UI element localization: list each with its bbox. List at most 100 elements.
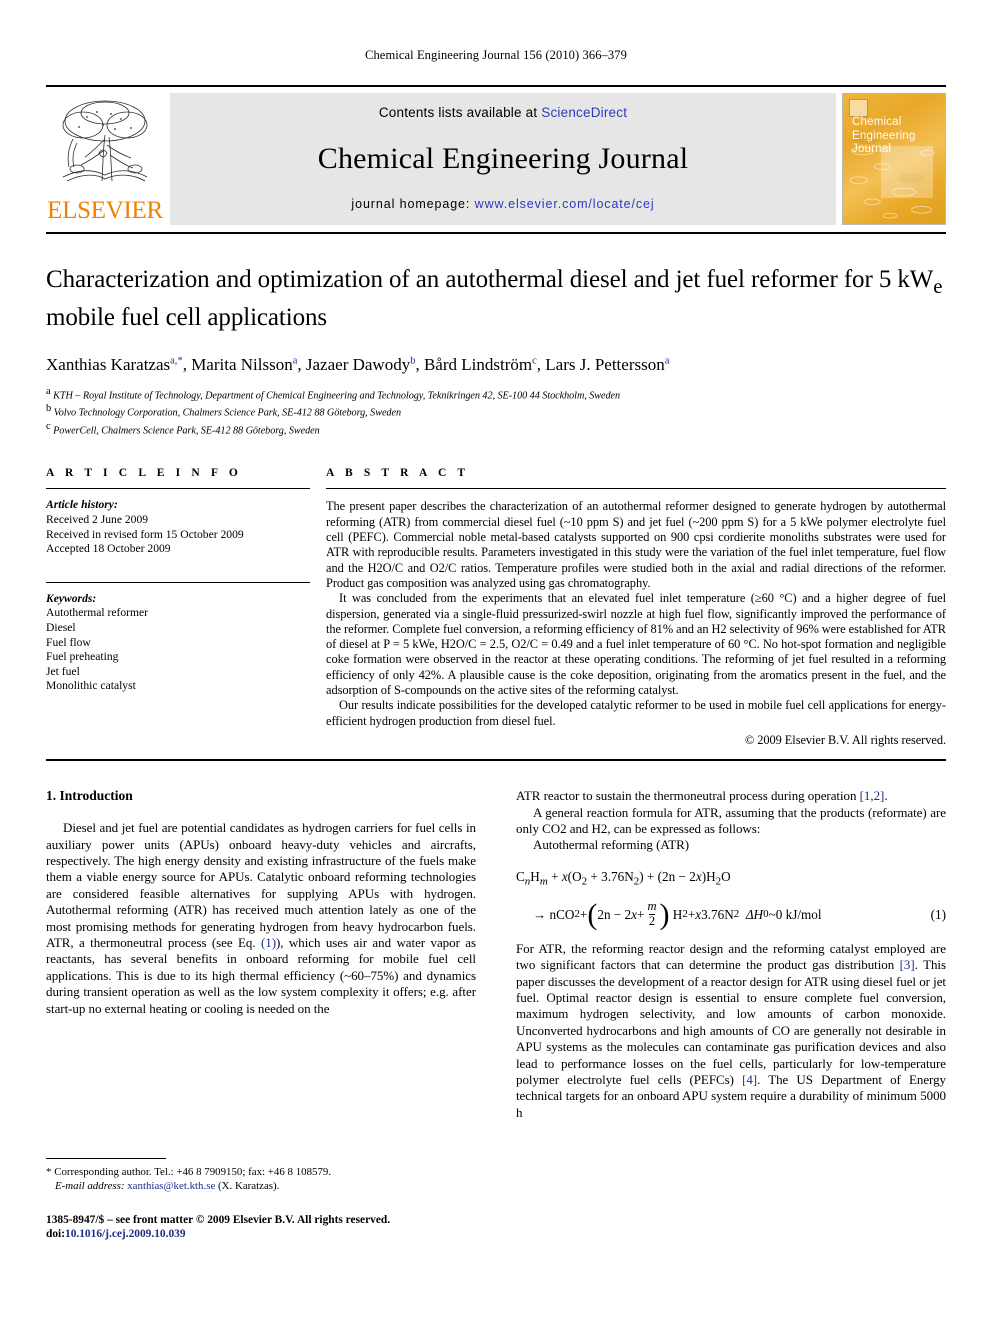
author-name: Xanthias Karatzas	[46, 354, 171, 374]
journal-homepage-line: journal homepage: www.elsevier.com/locat…	[351, 197, 654, 211]
paragraph: ATR reactor to sustain the thermoneutral…	[516, 788, 946, 804]
paragraph: A general reaction formula for ATR, assu…	[516, 804, 946, 836]
article-info-heading: A R T I C L E I N F O	[46, 467, 242, 480]
equation-line-1: CnHm + x(O2 + 3.76N2) + (2n − 2x)H2O	[516, 868, 731, 888]
author-name: Jazaer Dawody	[305, 354, 411, 374]
author-separator: ,	[415, 354, 424, 374]
footnote-block: * Corresponding author. Tel.: +46 8 7909…	[46, 1158, 476, 1242]
author-separator: ,	[182, 354, 192, 374]
keyword-item: Autothermal reformer	[46, 606, 149, 620]
abstract-heading: A B S T R A C T	[326, 467, 470, 480]
abstract-bottom-rule	[46, 759, 946, 762]
footnote-rule	[46, 1158, 166, 1159]
paragraph-text: Diesel and jet fuel are potential candid…	[46, 820, 476, 951]
cover-title: Chemical Engineering Journal	[852, 116, 916, 157]
running-head: Chemical Engineering Journal 156 (2010) …	[365, 48, 627, 62]
abstract-copyright: © 2009 Elsevier B.V. All rights reserved…	[744, 732, 946, 747]
equation-line-2: → nCO 2 + (2n − 2x + m 2) H2 + x 3.76N 2 ΔH 0…	[533, 898, 946, 932]
keyword-item: Jet fuel	[46, 664, 80, 678]
keyword-item: Monolithic catalyst	[46, 679, 136, 693]
contents-available-line: Contents lists available at ScienceDirec…	[379, 105, 627, 120]
history-item: Received in revised form 15 October 2009	[46, 527, 244, 541]
title-block: Characterization and optimization of an …	[46, 264, 946, 437]
journal-article-page: Chemical Engineering Journal 156 (2010) …	[0, 0, 992, 1323]
imprint-block: 1385-8947/$ – see front matter © 2009 El…	[46, 1213, 476, 1241]
elsevier-wordmark: ELSEVIER	[47, 197, 163, 224]
citation-link[interactable]: [4]	[742, 1072, 757, 1087]
homepage-url[interactable]: www.elsevier.com/locate/cej	[475, 197, 655, 211]
email-link[interactable]: xanthias@ket.kth.se	[127, 1180, 215, 1192]
article-history-label: Article history:	[46, 498, 118, 512]
author-name: Lars J. Pettersson	[545, 354, 665, 374]
paper-title-tail: mobile fuel cell applications	[46, 304, 328, 331]
keywords-label: Keywords:	[46, 591, 97, 605]
author-separator: ,	[536, 354, 546, 374]
author-name: Bård Lindström	[423, 354, 533, 374]
elsevier-tree-icon	[53, 95, 157, 191]
doi-label: doi:	[46, 1228, 65, 1241]
keyword-item: Fuel preheating	[46, 650, 119, 664]
affiliation-mark: c	[46, 420, 51, 432]
corresponding-star: *	[46, 1166, 52, 1178]
masthead-bottom-rule	[46, 232, 946, 234]
affiliation-text: Volvo Technology Corporation, Chalmers S…	[53, 407, 401, 419]
doi-line: doi:10.1016/j.cej.2009.10.039	[46, 1227, 476, 1241]
paragraph: Autothermal reforming (ATR)	[533, 837, 690, 853]
contents-prefix: Contents lists available at	[378, 105, 538, 120]
affiliation-mark: a	[46, 385, 51, 397]
affiliation-item: b Volvo Technology Corporation, Chalmers…	[46, 402, 946, 420]
abstract-paragraph: It was concluded from the experiments th…	[326, 591, 946, 697]
citation-link[interactable]: [3]	[900, 957, 915, 972]
paragraph: For ATR, the reforming reactor design an…	[516, 941, 946, 1121]
author-item: Bård Lindströmc,	[424, 355, 545, 374]
journal-masthead: ELSEVIER Contents lists available at Sci…	[46, 85, 946, 225]
equation-reference-link[interactable]: (1)	[261, 935, 276, 950]
affiliation-text: PowerCell, Chalmers Science Park, SE-412…	[53, 425, 320, 437]
paper-title-main: Characterization and optimization of an …	[46, 266, 934, 293]
paragraph: Diesel and jet fuel are potential candid…	[46, 820, 476, 1017]
equation-number: (1)	[930, 906, 946, 922]
info-abstract-row: A R T I C L E I N F O Article history: R…	[46, 467, 946, 748]
affiliation-item: c PowerCell, Chalmers Science Park, SE-4…	[46, 420, 946, 438]
paragraph-text-tail: .	[884, 788, 888, 804]
article-history: Article history: Received 2 June 2009 Re…	[46, 498, 310, 556]
homepage-label: journal homepage:	[351, 197, 471, 211]
article-info-rule	[46, 488, 310, 490]
paragraph-text: For ATR, the reforming reactor design an…	[516, 940, 946, 973]
history-item: Accepted 18 October 2009	[46, 542, 171, 556]
author-list: Xanthias Karatzasa,*, Marita Nilssona, J…	[46, 350, 946, 376]
cover-elsevier-mark	[849, 99, 868, 117]
elsevier-logo: ELSEVIER	[46, 93, 164, 225]
paper-title-subscript: e	[933, 274, 943, 298]
email-label: E-mail address:	[55, 1179, 125, 1192]
affiliation-text: KTH – Royal Institute of Technology, Dep…	[53, 390, 621, 402]
history-item: Received 2 June 2009	[46, 513, 149, 527]
issn-copyright-line: 1385-8947/$ – see front matter © 2009 El…	[46, 1214, 391, 1227]
paragraph-text: . This paper discusses the development o…	[516, 957, 946, 1087]
keyword-item: Fuel flow	[46, 635, 91, 649]
keywords-block: Keywords: Autothermal reformer Diesel Fu…	[46, 592, 310, 694]
cover-title-line-1: Chemical	[852, 116, 902, 128]
citation-link[interactable]: [1,2]	[860, 788, 885, 803]
author-name: Marita Nilsson	[191, 354, 293, 374]
sciencedirect-link[interactable]: ScienceDirect	[541, 105, 627, 120]
affiliation-item: a KTH – Royal Institute of Technology, D…	[46, 385, 946, 403]
author-item: Jazaer Dawodyb,	[306, 355, 424, 374]
affiliation-list: a KTH – Royal Institute of Technology, D…	[46, 385, 946, 438]
journal-cover-thumbnail[interactable]: Chemical Engineering Journal	[842, 93, 946, 225]
author-item: Xanthias Karatzasa,*,	[46, 355, 191, 374]
author-item: Lars J. Petterssona	[545, 355, 669, 374]
introduction-text-left: Diesel and jet fuel are potential candid…	[46, 820, 476, 1017]
body-column-right: ATR reactor to sustain the thermoneutral…	[516, 788, 946, 1121]
affiliation-mark: b	[46, 403, 52, 415]
keyword-item: Diesel	[46, 621, 76, 634]
body-columns: 1. Introduction Diesel and jet fuel are …	[46, 788, 946, 1121]
article-info-column: A R T I C L E I N F O Article history: R…	[46, 467, 310, 694]
cover-title-line-2: Engineering	[852, 129, 916, 142]
section-heading-introduction: 1. Introduction	[46, 788, 133, 804]
email-owner: (X. Karatzas).	[218, 1179, 280, 1192]
equation-1: CnHm + x(O2 + 3.76N2) + (2n − 2x)H2O → n…	[516, 867, 946, 932]
journal-title: Chemical Engineering Journal	[317, 141, 689, 175]
doi-link[interactable]: 10.1016/j.cej.2009.10.039	[65, 1228, 186, 1240]
